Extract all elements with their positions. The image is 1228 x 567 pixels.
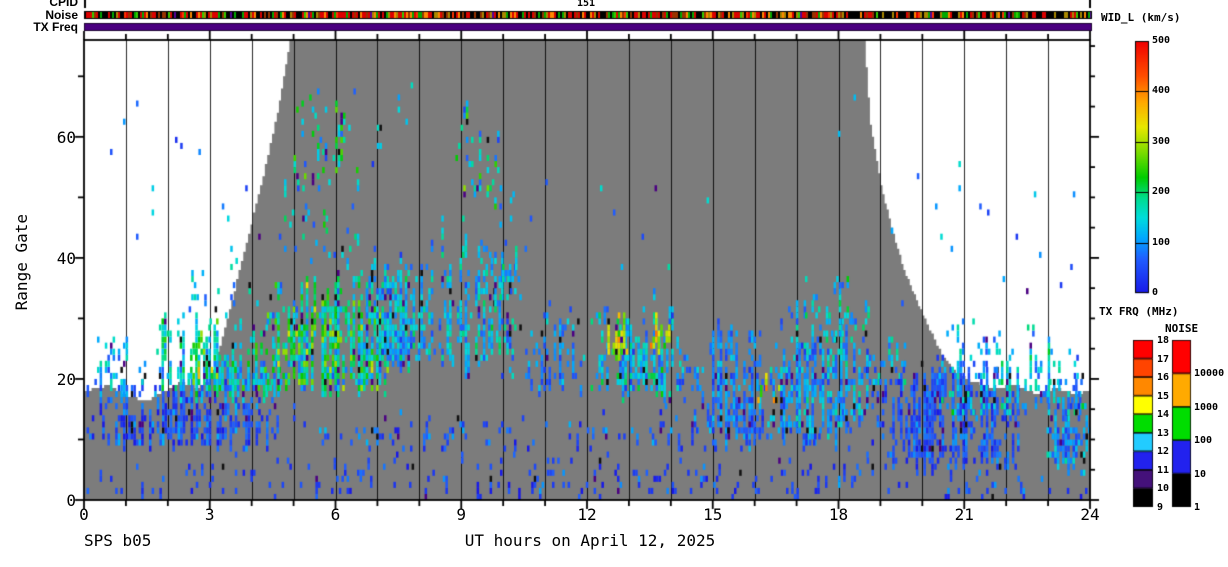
x-tick-label: 3 (190, 505, 230, 524)
noise-colorbar-tick-label: 10 (1194, 469, 1228, 480)
y-tick-label: 60 (34, 128, 76, 147)
noise-colorbar-tick-label: 100 (1194, 435, 1228, 446)
txfrq-colorbar-tick-label: 9 (1157, 502, 1183, 513)
x-tick-label: 24 (1070, 505, 1110, 524)
x-tick-label: 15 (693, 505, 733, 524)
wid-colorbar-title: WID_L (km/s) (1101, 11, 1180, 24)
y-tick-label: 20 (34, 370, 76, 389)
x-axis-title: UT hours on April 12, 2025 (390, 531, 790, 550)
noise-colorbar-tick-label: 1000 (1194, 402, 1228, 413)
summary-plot-canvas (0, 0, 1228, 567)
wid-colorbar-tick-label: 300 (1152, 136, 1196, 147)
noise-colorbar-tick-label: 10000 (1194, 368, 1228, 379)
wid-colorbar-tick-label: 100 (1152, 237, 1196, 248)
x-tick-label: 6 (316, 505, 356, 524)
txfrq-colorbar-tick-label: 14 (1157, 409, 1183, 420)
station-label: SPS b05 (84, 531, 151, 550)
txfreq-strip-label: TX Freq (18, 20, 78, 34)
radar-summary-plot: CPID Noise TX Freq 151 Range Gate SPS b0… (0, 0, 1228, 567)
txfrq-colorbar-tick-label: 17 (1157, 354, 1183, 365)
wid-colorbar-tick-label: 0 (1152, 287, 1196, 298)
wid-colorbar-tick-label: 500 (1152, 35, 1196, 46)
noise-colorbar-title: NOISE (1165, 322, 1198, 335)
cpid-value: 151 (566, 0, 606, 9)
x-tick-label: 12 (567, 505, 607, 524)
y-tick-label: 0 (34, 491, 76, 510)
txfrq-colorbar-tick-label: 10 (1157, 483, 1183, 494)
y-axis-title: Range Gate (12, 214, 31, 310)
x-tick-label: 21 (944, 505, 984, 524)
noise-colorbar-tick-label: 1 (1194, 502, 1228, 513)
x-tick-label: 18 (819, 505, 859, 524)
x-tick-label: 9 (441, 505, 481, 524)
txfrq-colorbar-tick-label: 11 (1157, 465, 1183, 476)
wid-colorbar-tick-label: 200 (1152, 186, 1196, 197)
txfrq-colorbar-tick-label: 16 (1157, 372, 1183, 383)
txfrq-colorbar-tick-label: 15 (1157, 391, 1183, 402)
txfrq-colorbar-tick-label: 12 (1157, 446, 1183, 457)
txfrq-colorbar-tick-label: 18 (1157, 335, 1183, 346)
txfrq-colorbar-title: TX FRQ (MHz) (1099, 305, 1178, 318)
y-tick-label: 40 (34, 249, 76, 268)
wid-colorbar-tick-label: 400 (1152, 85, 1196, 96)
txfrq-colorbar-tick-label: 13 (1157, 428, 1183, 439)
